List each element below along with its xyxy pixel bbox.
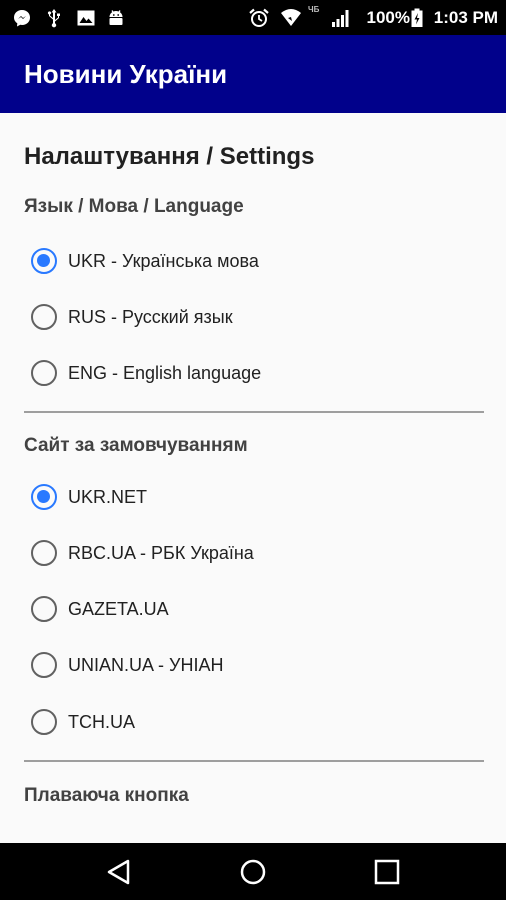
- image-icon: [77, 10, 95, 26]
- radio-label: GAZETA.UA: [68, 598, 169, 619]
- settings-screen[interactable]: Налаштування / Settings Язык / Мова / La…: [0, 113, 506, 843]
- app-bar: Новини України: [0, 35, 506, 113]
- clock: 1:03 PM: [433, 8, 498, 27]
- radio-button[interactable]: [31, 709, 57, 735]
- radio-label: RUS - Русский язык: [68, 306, 233, 327]
- carrier-label: ЧБ: [308, 5, 320, 14]
- radio-option-ukr[interactable]: UKR - Українська мова: [24, 236, 482, 286]
- radio-option-rus[interactable]: RUS - Русский язык: [24, 292, 482, 342]
- radio-label: UNIAN.UA - УНІАН: [68, 654, 224, 675]
- radio-button[interactable]: [31, 652, 57, 678]
- radio-button[interactable]: [31, 304, 57, 330]
- radio-option-rbc-ua[interactable]: RBC.UA - РБК Україна: [24, 528, 482, 578]
- section-title-default-site: Сайт за замовчуванням: [24, 435, 248, 456]
- section-title-floating-button: Плаваюча кнопка: [24, 785, 189, 806]
- section-title-language: Язык / Мова / Language: [24, 196, 244, 217]
- recents-icon[interactable]: [372, 857, 402, 887]
- radio-option-unian-ua[interactable]: UNIAN.UA - УНІАН: [24, 640, 482, 690]
- navigation-bar: [0, 843, 506, 900]
- battery-icon: [411, 8, 423, 27]
- battery-percentage: 100%: [366, 8, 410, 27]
- radio-option-eng[interactable]: ENG - English language: [24, 348, 482, 398]
- radio-button[interactable]: [31, 360, 57, 386]
- signal-icon: [332, 10, 349, 27]
- usb-icon: [47, 9, 60, 28]
- radio-label: TCH.UA: [68, 711, 135, 732]
- alarm-icon: [249, 8, 269, 27]
- radio-option-tch-ua[interactable]: TCH.UA: [24, 697, 482, 747]
- radio-label: UKR - Українська мова: [68, 250, 259, 271]
- status-bar: ЧБ 100% 1:03 PM: [0, 0, 506, 35]
- radio-option-ukr-net[interactable]: UKR.NET: [24, 472, 482, 522]
- radio-button[interactable]: [31, 484, 57, 510]
- divider: [24, 760, 484, 762]
- radio-button[interactable]: [31, 248, 57, 274]
- radio-label: ENG - English language: [68, 362, 262, 383]
- page-title: Налаштування / Settings: [24, 143, 315, 170]
- wifi-icon: [281, 9, 301, 26]
- radio-button[interactable]: [31, 596, 57, 622]
- app-title: Новини України: [24, 59, 228, 89]
- home-icon[interactable]: [238, 857, 268, 887]
- android-icon: [109, 10, 123, 25]
- divider: [24, 411, 484, 413]
- radio-button[interactable]: [31, 540, 57, 566]
- radio-label: UKR.NET: [68, 486, 148, 507]
- radio-option-gazeta-ua[interactable]: GAZETA.UA: [24, 584, 482, 634]
- radio-label: RBC.UA - РБК Україна: [68, 542, 254, 563]
- back-icon[interactable]: [104, 857, 134, 887]
- messenger-icon: [14, 10, 30, 27]
